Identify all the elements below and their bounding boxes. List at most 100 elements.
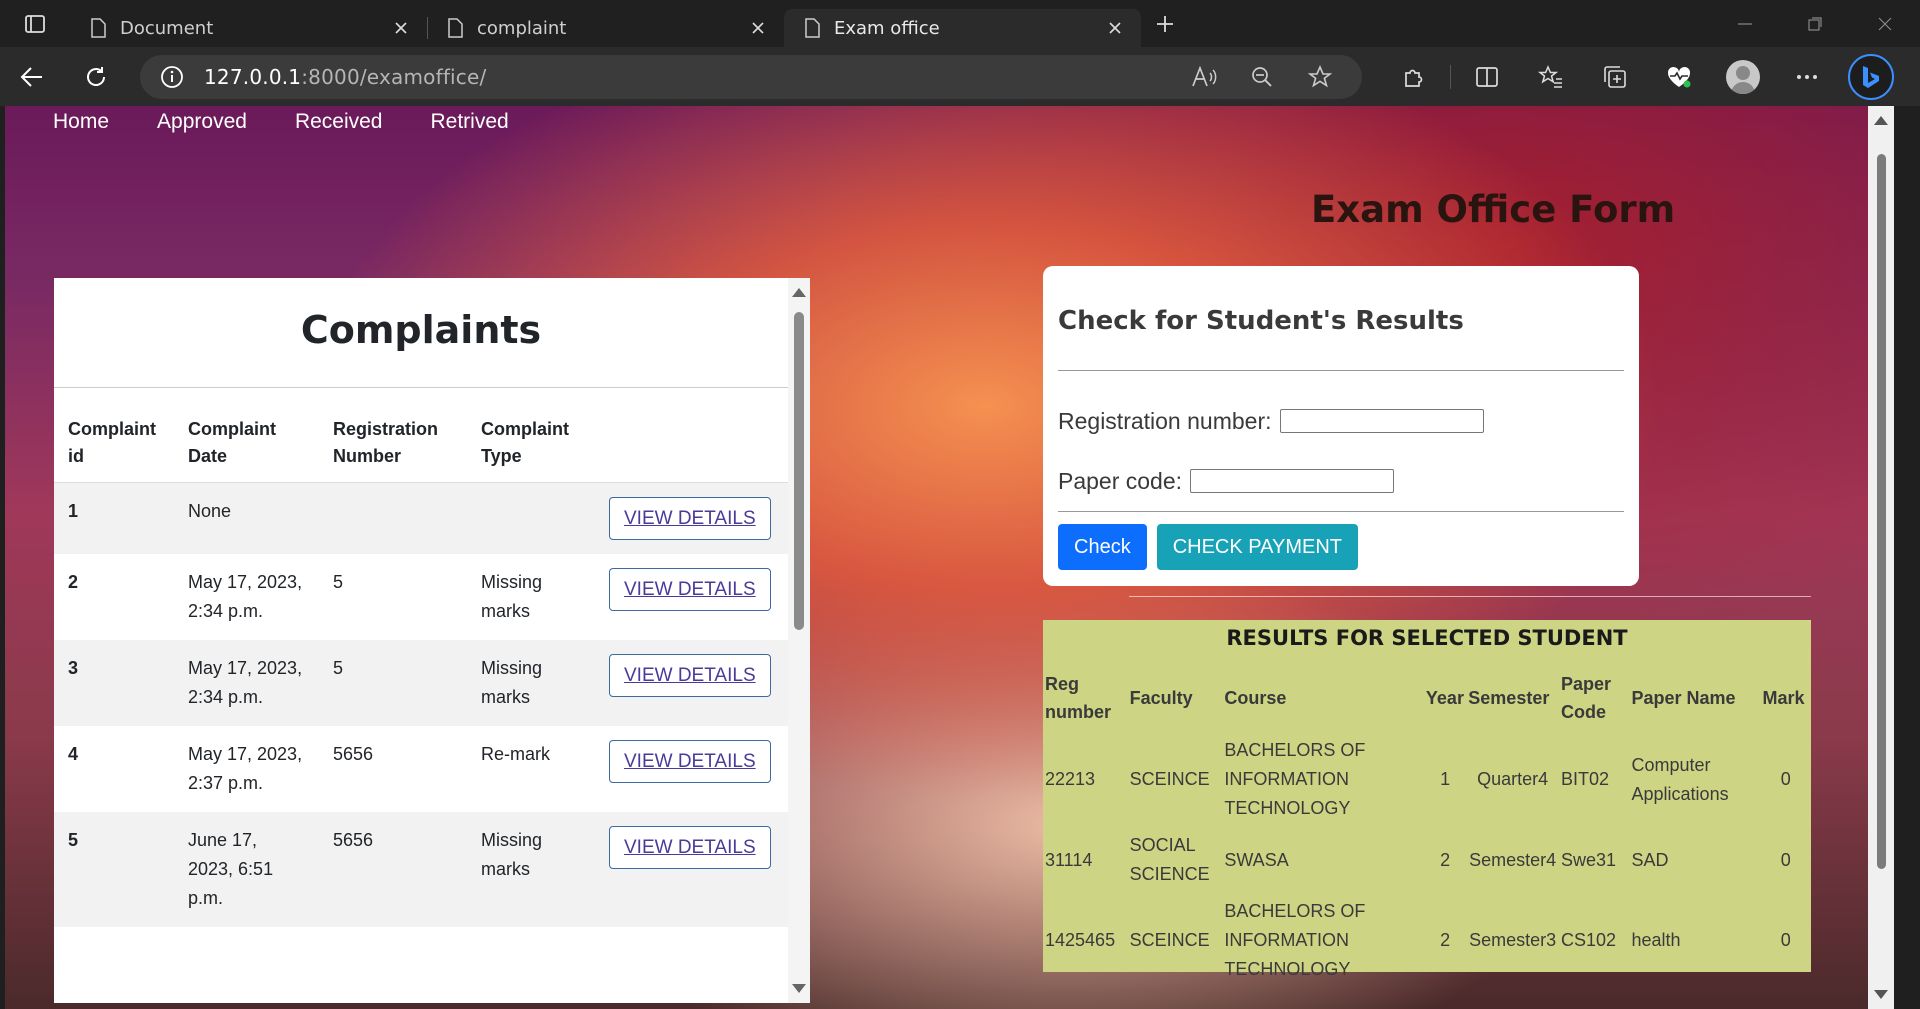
browser-essentials-button[interactable] [1647, 55, 1711, 99]
tab-actions-button[interactable] [0, 0, 70, 47]
close-tab-icon[interactable] [746, 16, 770, 40]
paper-code: Swe31 [1560, 849, 1617, 870]
zoom-button[interactable] [1240, 66, 1284, 88]
check-payment-button[interactable]: CHECK PAYMENT [1156, 524, 1358, 570]
heart-pulse-icon [1667, 66, 1691, 87]
year: 2 [1440, 849, 1451, 870]
reg-number: 1425465 [1045, 930, 1116, 950]
favorites-button[interactable] [1519, 55, 1583, 99]
table-header-row: Reg number Faculty Course Year Semester … [1043, 664, 1811, 732]
nav-retrived[interactable]: Retrived [431, 110, 509, 134]
nav-home[interactable]: Home [53, 110, 109, 134]
tab-complaint[interactable]: complaint [427, 9, 784, 47]
complaint-id: 2 [68, 572, 79, 592]
page-icon [91, 18, 106, 38]
mark: 0 [1780, 849, 1791, 870]
paper-code: CS102 [1560, 930, 1617, 950]
read-aloud-icon [1192, 65, 1217, 86]
tab-document[interactable]: Document [70, 9, 427, 47]
col-paper-code: Paper Code [1560, 674, 1612, 722]
complaints-panel: Complaints Complaint id Complaint Date R… [54, 278, 810, 1003]
view-details-button[interactable]: VIEW DETAILS [609, 826, 771, 869]
tab-title: complaint [477, 17, 567, 39]
split-screen-icon [1476, 66, 1498, 87]
avatar [1726, 59, 1760, 94]
col-complaint-id: Complaint id [54, 388, 174, 483]
col-reg-number: Reg number [1045, 674, 1112, 722]
info-icon[interactable] [160, 65, 184, 89]
extensions-button[interactable] [1382, 55, 1446, 99]
split-screen-button[interactable] [1455, 55, 1519, 99]
scroll-up-arrow-icon[interactable] [792, 288, 806, 297]
view-details-button[interactable]: VIEW DETAILS [609, 654, 771, 697]
profile-button[interactable] [1711, 55, 1775, 99]
registration-number [319, 482, 467, 554]
back-button[interactable] [12, 57, 52, 97]
scroll-thumb[interactable] [794, 312, 804, 630]
collections-icon [1604, 65, 1626, 88]
page-scrollbar[interactable] [1868, 106, 1894, 1009]
complaint-date: May 17, 2023, 2:34 p.m. [188, 572, 303, 621]
col-complaint-type: Complaint Type [467, 388, 595, 483]
divider [1058, 370, 1624, 371]
scroll-down-arrow-icon[interactable] [1874, 990, 1888, 999]
table-row: 2 May 17, 2023, 2:34 p.m. 5 Missing mark… [54, 554, 788, 640]
complaint-id: 1 [54, 482, 174, 554]
reload-button[interactable] [76, 57, 116, 97]
complaint-id: 4 [68, 744, 79, 764]
view-details-button[interactable]: VIEW DETAILS [609, 568, 771, 611]
complaint-type: Missing marks [467, 640, 595, 726]
semester: Quarter4 [1477, 769, 1549, 789]
tab-exam-office[interactable]: Exam office [784, 9, 1141, 47]
restore-button[interactable] [1780, 0, 1850, 47]
paper-name: SAD [1631, 849, 1669, 870]
minimize-button[interactable] [1710, 0, 1780, 47]
registration-field-row: Registration number: [1043, 391, 1639, 451]
tab-title: Exam office [834, 17, 940, 39]
close-window-button[interactable] [1850, 0, 1920, 47]
col-course: Course [1224, 688, 1287, 708]
complaints-scrollbar[interactable] [788, 278, 810, 1003]
plus-icon [1157, 15, 1173, 32]
more-icon [1797, 74, 1817, 79]
paper-code-input[interactable] [1190, 469, 1395, 493]
registration-number: 5 [319, 640, 467, 726]
window-controls [1710, 0, 1920, 47]
collections-button[interactable] [1583, 55, 1647, 99]
results-table: Reg number Faculty Course Year Semester … [1043, 664, 1811, 988]
view-details-button[interactable]: VIEW DETAILS [609, 497, 771, 540]
tab-bar: Document complaint Exam office [0, 0, 1920, 47]
nav-received[interactable]: Received [295, 110, 383, 134]
check-button[interactable]: Check [1058, 524, 1147, 570]
favorite-button[interactable] [1298, 64, 1342, 89]
complaint-date: May 17, 2023, 2:37 p.m. [188, 744, 303, 793]
scroll-thumb[interactable] [1877, 154, 1886, 869]
tab-actions-icon [25, 14, 45, 33]
tab-title: Document [120, 17, 214, 39]
favorites-list-icon [1538, 64, 1562, 88]
close-tab-icon[interactable] [389, 16, 413, 40]
read-aloud-button[interactable] [1182, 65, 1226, 88]
registration-number: 5656 [333, 744, 374, 764]
url-text[interactable]: 127.0.0.1:8000/examoffice/ [204, 65, 1168, 89]
bing-chat-button[interactable] [1839, 53, 1903, 100]
paper-code-field-row: Paper code: [1043, 451, 1639, 511]
col-mark: Mark [1762, 688, 1805, 708]
nav-approved[interactable]: Approved [157, 110, 247, 134]
close-tab-icon[interactable] [1103, 16, 1127, 40]
close-icon [1878, 17, 1892, 30]
faculty: SCEINCE [1129, 769, 1210, 789]
scroll-up-arrow-icon[interactable] [1874, 116, 1888, 125]
registration-number-input[interactable] [1279, 409, 1484, 433]
settings-menu-button[interactable] [1775, 55, 1839, 99]
check-results-card: Check for Student's Results Registration… [1043, 266, 1639, 586]
address-bar[interactable]: 127.0.0.1:8000/examoffice/ [140, 54, 1362, 99]
complaint-type: Re-mark [481, 744, 551, 764]
view-details-button[interactable]: VIEW DETAILS [609, 740, 771, 783]
complaint-type: Missing marks [481, 572, 543, 621]
complaint-date: May 17, 2023, 2:34 p.m. [174, 640, 319, 726]
scroll-down-arrow-icon[interactable] [792, 984, 806, 993]
page-viewport: Home Approved Received Retrived Exam Off… [5, 106, 1894, 1009]
paper-code-label: Paper code: [1058, 467, 1183, 494]
new-tab-button[interactable] [1141, 0, 1189, 47]
